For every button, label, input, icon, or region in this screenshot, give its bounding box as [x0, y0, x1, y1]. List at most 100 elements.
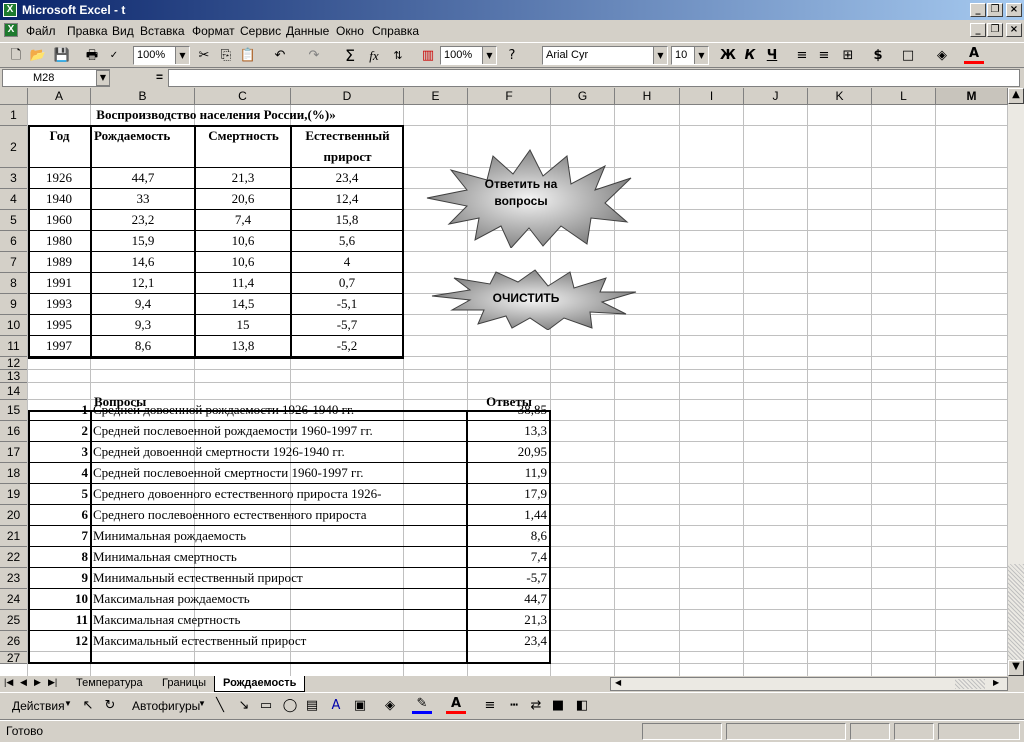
row-header[interactable]: 8	[0, 273, 28, 294]
table-cell[interactable]: 1993	[28, 294, 90, 314]
chart-wizard-icon[interactable]: ▥	[418, 46, 438, 66]
rotate-icon[interactable]: ↻	[100, 696, 120, 716]
row-header[interactable]: 13	[0, 370, 28, 383]
textbox-icon[interactable]: ▤	[302, 696, 322, 716]
row-header[interactable]: 3	[0, 168, 28, 189]
undo-icon[interactable]: ↶	[270, 46, 290, 66]
horizontal-scrollbar[interactable]: ◀ ▶	[610, 677, 1008, 691]
table-cell[interactable]: 10,6	[196, 252, 290, 272]
rectangle-icon[interactable]: ▭	[256, 696, 276, 716]
answer-value[interactable]: 44,7	[468, 589, 549, 609]
column-header[interactable]: D	[291, 88, 404, 105]
sheet-tab-borders[interactable]: Границы	[162, 677, 206, 689]
prev-sheet-icon[interactable]: ◀	[20, 677, 27, 688]
row-header[interactable]: 15	[0, 400, 28, 421]
table-cell[interactable]: 23,2	[92, 210, 194, 230]
answer-button[interactable]: Ответить на вопросы	[425, 148, 635, 248]
scroll-track[interactable]	[1008, 564, 1024, 660]
align-center-icon[interactable]: ≡	[814, 46, 834, 66]
last-sheet-icon[interactable]: ▶|	[48, 677, 57, 688]
sort-icon[interactable]: ⇅	[388, 46, 408, 66]
workbook-icon[interactable]: X	[4, 23, 18, 37]
answer-value[interactable]: 20,95	[468, 442, 549, 462]
question-number[interactable]: 2	[30, 421, 90, 441]
row-header[interactable]: 16	[0, 421, 28, 442]
line-color-icon[interactable]: ✎	[412, 696, 432, 714]
question-text[interactable]: Максимальная смертность	[93, 610, 465, 630]
close-button[interactable]: ×	[1006, 3, 1022, 17]
table-cell[interactable]: 15,8	[292, 210, 402, 230]
question-text[interactable]: Максимальная рождаемость	[93, 589, 465, 609]
menu-insert[interactable]: Вставка	[140, 24, 185, 38]
table-cell[interactable]: 15	[196, 315, 290, 335]
menu-tools[interactable]: Сервис	[240, 24, 281, 38]
help-icon[interactable]: ?	[502, 46, 522, 66]
column-header[interactable]: G	[551, 88, 615, 105]
answer-value[interactable]: 11,9	[468, 463, 549, 483]
actions-menu[interactable]: Действия	[12, 699, 65, 713]
font-color-icon[interactable]: A	[446, 696, 466, 714]
column-header[interactable]: B	[91, 88, 195, 105]
answer-value[interactable]: -5,7	[468, 568, 549, 588]
question-text[interactable]: Среднего довоенного естественного прирос…	[93, 484, 465, 504]
doc-restore-button[interactable]: ❐	[987, 23, 1003, 37]
cut-icon[interactable]: ✂	[194, 46, 214, 66]
function-icon[interactable]: fx	[364, 46, 384, 66]
row-header[interactable]: 4	[0, 189, 28, 210]
table-cell[interactable]: -5,1	[292, 294, 402, 314]
doc-close-button[interactable]: ×	[1006, 23, 1022, 37]
select-all-corner[interactable]	[0, 88, 28, 105]
table-cell[interactable]: 1989	[28, 252, 90, 272]
minimize-button[interactable]: _	[970, 3, 986, 17]
question-number[interactable]: 3	[30, 442, 90, 462]
table-cell[interactable]: 12,4	[292, 189, 402, 209]
chevron-down-icon[interactable]: ▼	[96, 70, 110, 86]
merge-center-icon[interactable]: ⊞	[838, 46, 858, 66]
copy-icon[interactable]: ⎘	[216, 46, 236, 66]
table-cell[interactable]: 12,1	[92, 273, 194, 293]
restore-button[interactable]: ❐	[987, 3, 1003, 17]
table-cell[interactable]: 14,6	[92, 252, 194, 272]
name-box[interactable]: M28	[2, 69, 110, 87]
chevron-down-icon[interactable]: ▼	[694, 47, 708, 64]
question-number[interactable]: 5	[30, 484, 90, 504]
clipart-icon[interactable]: ▣	[350, 696, 370, 716]
column-header[interactable]: A	[28, 88, 91, 105]
autoshapes-menu[interactable]: Автофигуры	[132, 699, 200, 713]
currency-button[interactable]: $	[868, 46, 888, 66]
table-cell[interactable]: 23,4	[292, 168, 402, 188]
sheet-tab-birthrate[interactable]: Рождаемость	[214, 676, 306, 692]
table-cell[interactable]: 10,6	[196, 231, 290, 251]
row-header[interactable]: 19	[0, 484, 28, 505]
align-left-icon[interactable]: ≡	[792, 46, 812, 66]
question-text[interactable]: Минимальная смертность	[93, 547, 465, 567]
next-sheet-icon[interactable]: ▶	[34, 677, 41, 688]
table-cell[interactable]: -5,2	[292, 336, 402, 356]
column-header[interactable]: L	[872, 88, 936, 105]
oval-icon[interactable]: ◯	[280, 696, 300, 716]
question-number[interactable]: 7	[30, 526, 90, 546]
doc-minimize-button[interactable]: _	[970, 23, 986, 37]
arrow-style-icon[interactable]: ⇄	[526, 696, 546, 716]
row-header[interactable]: 25	[0, 610, 28, 631]
question-text[interactable]: Минимальный естественный прирост	[93, 568, 465, 588]
fill-color-icon[interactable]: ◈	[380, 696, 400, 716]
row-header[interactable]: 23	[0, 568, 28, 589]
menu-window[interactable]: Окно	[336, 24, 364, 38]
row-header[interactable]: 14	[0, 383, 28, 400]
menu-help[interactable]: Справка	[372, 24, 419, 38]
menu-data[interactable]: Данные	[286, 24, 329, 38]
table-cell[interactable]: 7,4	[196, 210, 290, 230]
answer-value[interactable]: 1,44	[468, 505, 549, 525]
table-cell[interactable]: 44,7	[92, 168, 194, 188]
row-header[interactable]: 5	[0, 210, 28, 231]
column-header[interactable]: K	[808, 88, 872, 105]
redo-icon[interactable]: ↷	[304, 46, 324, 66]
table-cell[interactable]: 1991	[28, 273, 90, 293]
table-cell[interactable]: -5,7	[292, 315, 402, 335]
row-header[interactable]: 26	[0, 631, 28, 652]
table-cell[interactable]: 5,6	[292, 231, 402, 251]
pointer-icon[interactable]: ↖	[78, 696, 98, 716]
zoom-combo-2[interactable]: 100% ▼	[440, 46, 497, 65]
scroll-thumb[interactable]	[955, 679, 985, 689]
